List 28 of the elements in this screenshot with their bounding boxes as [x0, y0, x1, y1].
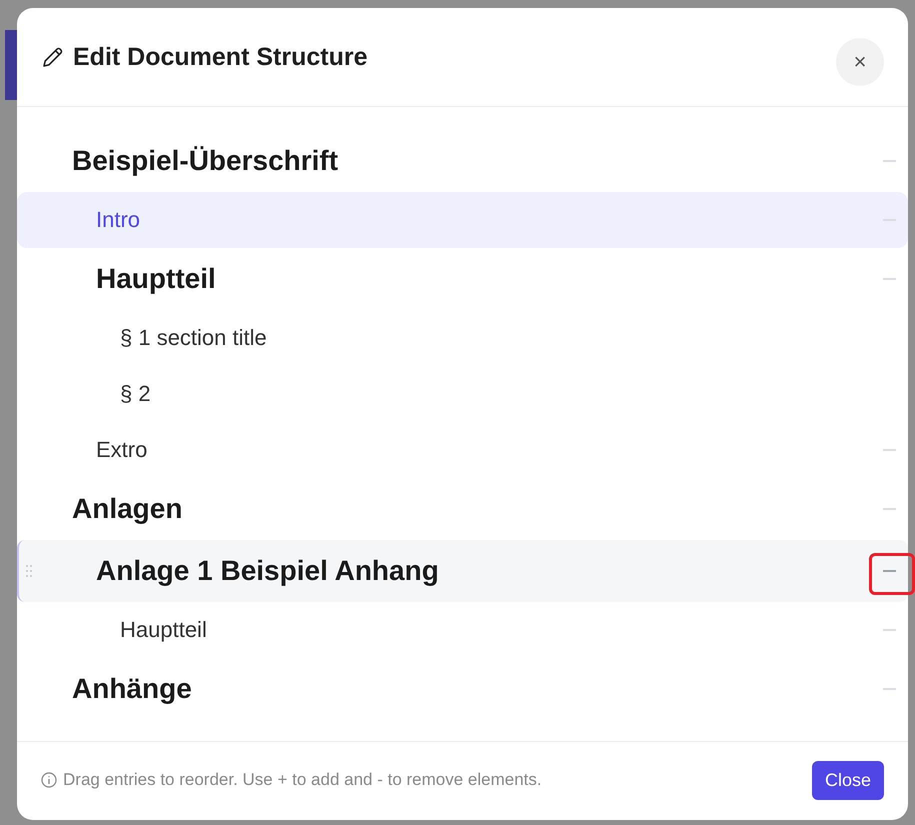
hint-text: Drag entries to reorder. Use + to add and - to remove elements. [63, 770, 542, 790]
section-heading: Anhänge [72, 673, 192, 705]
outline-item[interactable]: Beispiel-Überschrift [17, 130, 908, 192]
info-icon [41, 772, 57, 788]
outline-item[interactable]: Hauptteil [17, 602, 908, 658]
outline-item[interactable]: Extro [17, 422, 908, 478]
pencil-icon [41, 45, 65, 69]
section-heading: Beispiel-Überschrift [72, 145, 338, 177]
close-button[interactable]: Close [812, 760, 884, 800]
outline-item[interactable]: Anlagen [17, 478, 908, 540]
outline-item[interactable]: Hauptteil [17, 248, 908, 310]
outline-item[interactable]: Anhänge [17, 658, 908, 720]
outline-item[interactable]: § 2 [17, 366, 908, 422]
dialog-title: Edit Document Structure [73, 42, 368, 72]
outline-item[interactable]: Anlage 1 Beispiel Anhang [17, 540, 908, 602]
section-heading: Hauptteil [96, 263, 216, 295]
entry-label: Hauptteil [120, 617, 207, 643]
close-button[interactable]: × [836, 38, 884, 86]
entry-label: § 1 section title [120, 325, 267, 351]
section-heading: Anlagen [72, 493, 182, 525]
entry-label: § 2 [120, 381, 151, 407]
entry-label: Extro [96, 437, 148, 463]
entry-label: Intro [96, 207, 140, 233]
section-heading: Anlage 1 Beispiel Anhang [96, 555, 439, 587]
drag-handle-icon[interactable] [25, 564, 33, 578]
outline-item[interactable]: Intro [17, 192, 908, 248]
outline-item[interactable]: § 1 section title [17, 310, 908, 366]
background-shape [5, 30, 17, 100]
